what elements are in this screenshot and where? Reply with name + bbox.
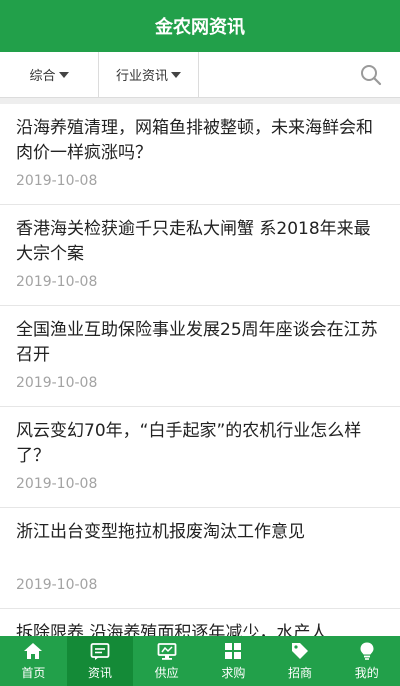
bottom-tab-bar: 首页 资讯 供应 求购 招商 我的 bbox=[0, 636, 400, 686]
article-title: 浙江出台变型拖拉机报废淘汰工作意见 bbox=[16, 522, 305, 542]
article-date: 2019-10-08 bbox=[16, 577, 98, 593]
caret-down-icon bbox=[58, 71, 69, 78]
article-date: 2019-10-08 bbox=[16, 274, 98, 290]
tab-label: 我的 bbox=[354, 666, 379, 680]
page-title: 金农网资讯 bbox=[155, 17, 245, 38]
tab-label: 资讯 bbox=[88, 666, 113, 680]
filter-label: 综合 bbox=[29, 69, 56, 84]
article-title: 全国渔业互助保险事业发展25周年座谈会在江苏召开 bbox=[16, 320, 378, 365]
tab-investment[interactable]: 招商 bbox=[267, 636, 334, 686]
home-icon bbox=[24, 643, 43, 659]
article-item[interactable]: 沿海养殖清理，网箱鱼排被整顿，未来海鲜会和肉价一样疯涨吗？ 2019-10-08 bbox=[0, 104, 400, 205]
news-icon bbox=[90, 643, 110, 660]
article-item[interactable]: 香港海关检获逾千只走私大闸蟹 系2018年来最大宗个案 2019-10-08 bbox=[0, 205, 400, 306]
article-item[interactable]: 风云变幻70年，“白手起家”的农机行业怎么样了？ 2019-10-08 bbox=[0, 407, 400, 508]
filter-dropdown-general[interactable]: 综合 bbox=[0, 52, 99, 97]
article-title: 风云变幻70年，“白手起家”的农机行业怎么样了？ bbox=[16, 421, 362, 466]
article-list: 沿海养殖清理，网箱鱼排被整顿，未来海鲜会和肉价一样疯涨吗？ 2019-10-08… bbox=[0, 104, 400, 636]
article-item[interactable]: 拆除限养 沿海养殖面积逐年减少，水产人 bbox=[0, 609, 400, 636]
search-icon[interactable] bbox=[360, 64, 382, 86]
article-title: 香港海关检获逾千只走私大闸蟹 系2018年来最大宗个案 bbox=[16, 219, 371, 264]
caret-down-icon bbox=[171, 71, 181, 78]
search-area bbox=[199, 52, 400, 97]
tab-mine[interactable]: 我的 bbox=[333, 636, 400, 686]
supply-icon bbox=[157, 643, 177, 660]
tag-icon bbox=[292, 643, 309, 659]
article-date: 2019-10-08 bbox=[16, 173, 98, 189]
tab-label: 求购 bbox=[221, 666, 246, 680]
article-item[interactable]: 浙江出台变型拖拉机报废淘汰工作意见 2019-10-08 bbox=[0, 508, 400, 609]
tab-supply[interactable]: 供应 bbox=[133, 636, 200, 686]
tab-label: 首页 bbox=[21, 666, 46, 680]
filter-dropdown-industry-news[interactable]: 行业资讯 bbox=[99, 52, 199, 97]
tab-home[interactable]: 首页 bbox=[0, 636, 67, 686]
article-item[interactable]: 全国渔业互助保险事业发展25周年座谈会在江苏召开 2019-10-08 bbox=[0, 306, 400, 407]
filter-label: 行业资讯 bbox=[115, 69, 168, 84]
article-title: 沿海养殖清理，网箱鱼排被整顿，未来海鲜会和肉价一样疯涨吗？ bbox=[16, 118, 373, 163]
bulb-icon bbox=[360, 642, 374, 660]
tab-label: 招商 bbox=[288, 666, 313, 680]
article-title: 拆除限养 沿海养殖面积逐年减少，水产人 bbox=[16, 623, 328, 636]
app-header: 金农网资讯 bbox=[0, 0, 400, 52]
filter-bar: 综合 行业资讯 bbox=[0, 52, 400, 98]
article-date: 2019-10-08 bbox=[16, 476, 98, 492]
article-date: 2019-10-08 bbox=[16, 375, 98, 391]
tab-purchase[interactable]: 求购 bbox=[200, 636, 267, 686]
grid-icon bbox=[225, 643, 242, 659]
tab-label: 供应 bbox=[154, 666, 179, 680]
tab-news[interactable]: 资讯 bbox=[66, 636, 134, 686]
